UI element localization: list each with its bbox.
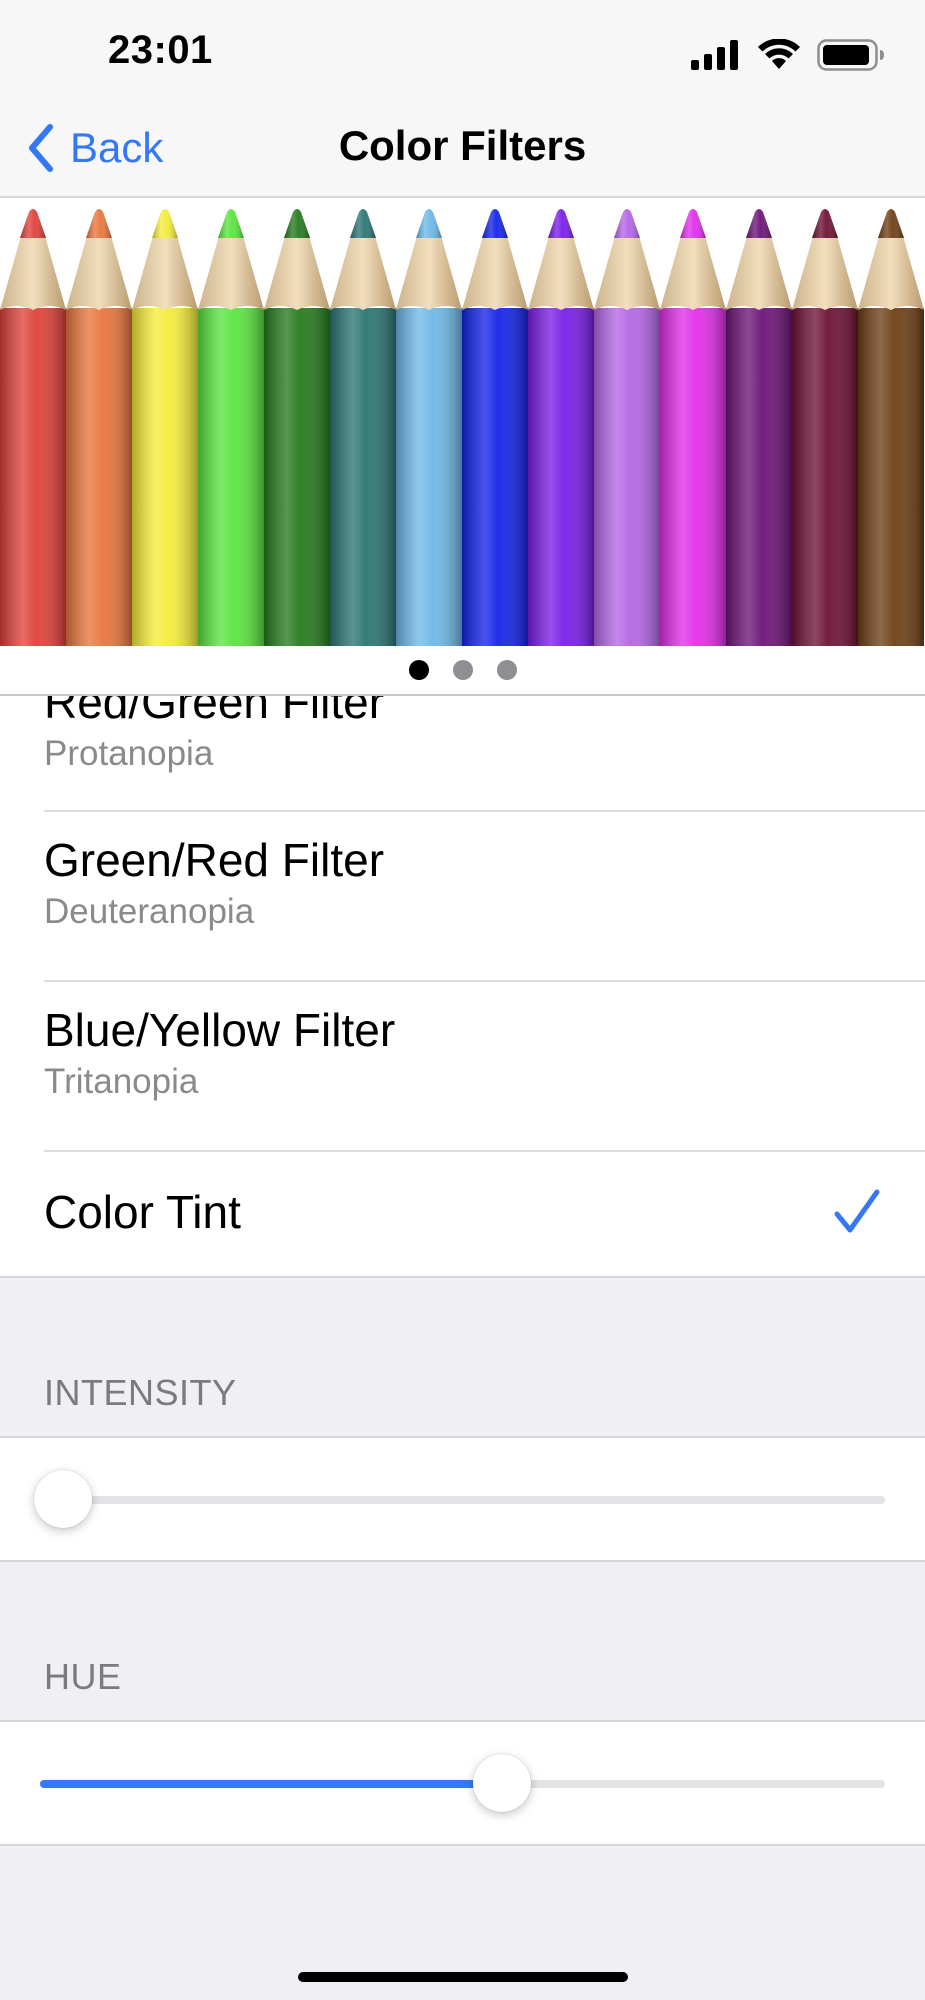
pencils-image: [0, 209, 924, 646]
filter-subtitle: Deuteranopia: [44, 892, 255, 931]
wifi-icon: [758, 39, 800, 69]
pencil: [396, 209, 462, 646]
pencil: [528, 209, 594, 646]
filter-option-tritanopia[interactable]: Blue/Yellow Filter Tritanopia: [44, 1002, 925, 1104]
hue-slider-thumb[interactable]: [473, 1754, 532, 1812]
hue-slider[interactable]: [40, 1754, 885, 1812]
intensity-slider-cell: [0, 1436, 925, 1562]
filter-option-color-tint[interactable]: Color Tint: [44, 1184, 881, 1240]
page-dot[interactable]: [496, 660, 517, 680]
status-bar: 23:01: [0, 0, 925, 100]
page-dot[interactable]: [408, 660, 429, 680]
filter-title: Color Tint: [44, 1186, 241, 1238]
hue-slider-fill: [40, 1780, 503, 1788]
intensity-slider-thumb[interactable]: [34, 1470, 92, 1528]
separator: [44, 810, 925, 812]
pencil: [132, 209, 198, 646]
home-indicator[interactable]: [298, 1972, 628, 1982]
cellular-signal-icon: [691, 40, 738, 70]
checkmark-icon: [834, 1189, 880, 1233]
battery-icon: [817, 39, 884, 71]
filter-subtitle: Protanopia: [44, 734, 214, 773]
separator: [0, 1276, 925, 1278]
pencil: [858, 209, 924, 646]
hue-header: HUE: [44, 1656, 122, 1697]
pencil: [198, 209, 264, 646]
hue-slider-cell: [0, 1720, 925, 1846]
pencil: [0, 209, 66, 646]
pencil: [594, 209, 660, 646]
separator: [44, 980, 925, 982]
filter-option-protanopia[interactable]: Red/Green Filter Protanopia: [44, 696, 925, 776]
page-title: Color Filters: [338, 122, 587, 169]
pencil: [462, 209, 528, 646]
pencil: [726, 209, 792, 646]
page-dot[interactable]: [452, 660, 473, 680]
filter-options-list: Red/Green Filter Protanopia Green/Red Fi…: [0, 696, 925, 1276]
pencil: [792, 209, 858, 646]
pencil: [330, 209, 396, 646]
filter-title: Green/Red Filter: [44, 834, 385, 886]
pencil: [264, 209, 330, 646]
page-control[interactable]: [0, 646, 925, 696]
color-preview-carousel[interactable]: [0, 198, 925, 646]
screen: 23:01 Back Color Filters Red/Green Filte…: [0, 0, 925, 2000]
filter-option-deuteranopia[interactable]: Green/Red Filter Deuteranopia: [44, 832, 925, 934]
pencil: [66, 209, 132, 646]
separator: [44, 1150, 925, 1152]
filter-title: Red/Green Filter: [44, 696, 385, 728]
status-icons: [691, 38, 885, 72]
intensity-header: INTENSITY: [44, 1372, 237, 1413]
filter-title: Blue/Yellow Filter: [44, 1004, 396, 1056]
status-time: 23:01: [108, 28, 213, 72]
filter-subtitle: Tritanopia: [44, 1062, 199, 1101]
pencil: [660, 209, 726, 646]
intensity-slider[interactable]: [34, 1470, 885, 1528]
navigation-bar: Back Color Filters: [0, 100, 925, 198]
